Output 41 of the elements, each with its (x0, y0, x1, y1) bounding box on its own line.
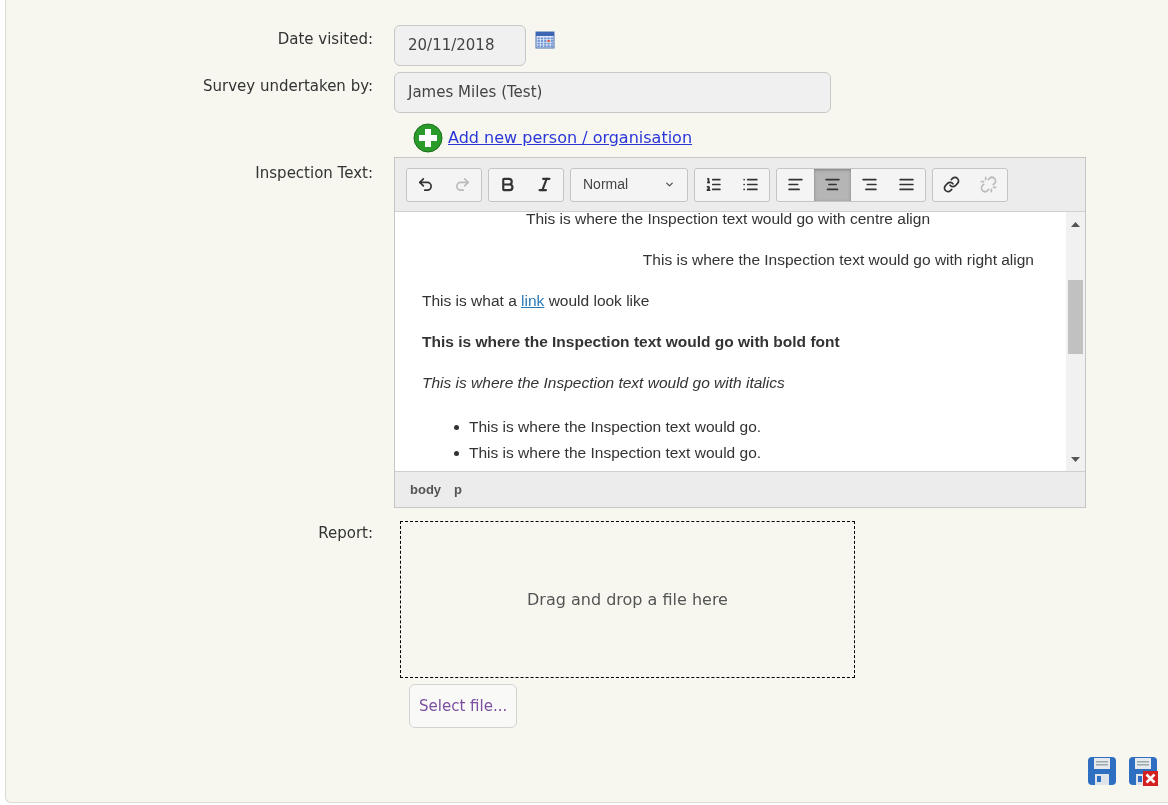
align-center-button[interactable] (814, 168, 851, 201)
list-item-text: This is where the Inspection text would go. (469, 443, 762, 463)
list-item-text: This is where the Inspection text would go. (469, 417, 762, 437)
field-label: Inspection Text: (255, 164, 373, 182)
link-icon (943, 176, 960, 193)
paragraph-text: This is where the Inspection text would go with italics (422, 374, 785, 391)
field-label: Date visited: (277, 30, 373, 48)
bullet-icon (454, 450, 459, 456)
select-file-button[interactable]: Select file... (409, 684, 518, 728)
discard-icon[interactable] (1128, 756, 1158, 786)
field-label: Survey undertaken by: (203, 77, 373, 95)
add-person-link[interactable]: Add new person / organisation (448, 126, 693, 150)
align-right-icon (861, 176, 878, 193)
paragraph-text: This is where the Inspection text would go with bold font (422, 333, 840, 350)
align-left-icon (787, 176, 804, 193)
date-field[interactable]: 20/11/2018 (394, 25, 526, 66)
caret-icon (664, 179, 675, 190)
scrollbar[interactable] (1066, 212, 1085, 472)
paragraph-text: This is where the Inspection text would go with centre align (525, 212, 931, 227)
person-field[interactable]: James Miles (Test) (394, 72, 831, 113)
italic-icon (536, 176, 553, 193)
add-icon[interactable] (413, 123, 443, 153)
align-justify-icon (898, 176, 915, 193)
bullet-icon (454, 424, 459, 430)
calendar-icon[interactable] (535, 31, 555, 49)
field-label: Report: (318, 524, 373, 542)
bold-icon (499, 176, 516, 193)
unlink-icon (980, 176, 997, 193)
text-link[interactable]: link (521, 292, 545, 309)
format-dropdown[interactable]: Normal (570, 167, 688, 202)
undo-icon (417, 176, 434, 193)
bullet-list-icon (742, 176, 759, 193)
align-center-icon (824, 176, 841, 193)
redo-icon (454, 176, 471, 193)
paragraph-text: This is where the Inspection text would go with right align (642, 251, 1034, 268)
ordered-list-icon (705, 176, 722, 193)
file-drop-zone[interactable]: Drag and drop a file here (400, 521, 855, 678)
path-element[interactable]: body (410, 479, 442, 500)
path-element[interactable]: p (454, 479, 462, 500)
save-icon[interactable] (1087, 756, 1117, 786)
paragraph-text: This is what a link would look like (422, 292, 650, 309)
